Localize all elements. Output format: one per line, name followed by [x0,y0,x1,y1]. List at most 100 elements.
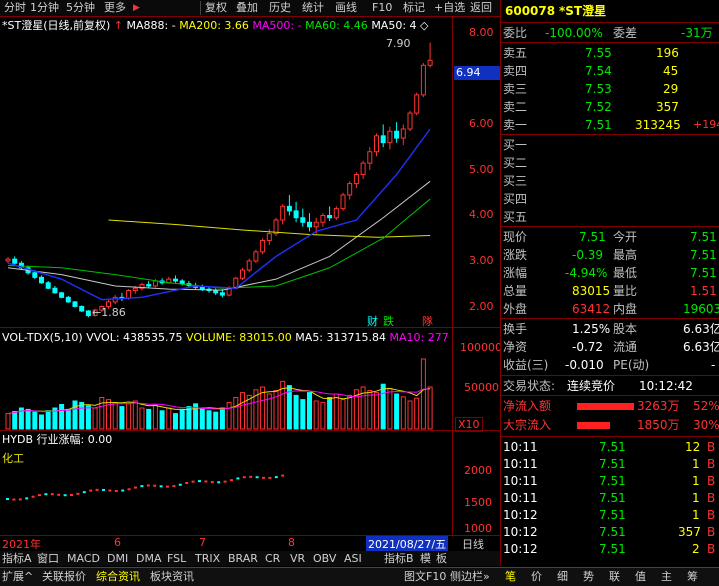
tab-fsl[interactable]: FSL [167,551,186,566]
tab-dma[interactable]: DMA [136,551,162,566]
panel-tab[interactable]: 势 [583,569,594,585]
ask-row[interactable]: 卖五 7.55 196 [501,44,719,62]
candle-body [286,205,292,212]
statistics-button[interactable]: 统计 [300,0,326,16]
ask-row[interactable]: 卖三 7.53 29 [501,80,719,98]
industry-point [134,486,137,489]
more-arrow-icon[interactable]: ▶ [131,0,142,16]
panel-tab[interactable]: 筹 [687,569,698,585]
candlestick-chart[interactable]: 7.90 ←1.86 财跌 隊 [0,16,452,327]
tab-indicator-a[interactable]: 指标A [2,551,32,566]
panel-tab[interactable]: 联 [609,569,620,585]
tab-trix[interactable]: TRIX [195,551,220,566]
tab-intraday[interactable]: 分时 [2,0,28,16]
tab-brar[interactable]: BRAR [228,551,258,566]
draw-line-button[interactable]: 画线 [333,0,359,16]
vvol-label: VVOL: 438535.75 [86,331,183,344]
industry-point [44,493,48,496]
flow-pct: 52% [693,399,719,413]
tab-cr[interactable]: CR [265,551,280,566]
stat-row: 涨跌 -0.39 最高 7.51 [501,246,719,264]
ask-volume: 357 [656,100,679,114]
panel-tab[interactable]: 主 [661,569,672,585]
sector-news-tab[interactable]: 板块资讯 [150,569,194,585]
volume-bar [307,392,312,430]
panel-tab[interactable]: 值 [635,569,646,585]
panel-tab[interactable]: 价 [531,569,542,585]
industry-point [18,498,22,501]
overlay-button[interactable]: 叠加 [234,0,260,16]
tab-window[interactable]: 窗口 [37,551,59,566]
y-tick: 4.00 [469,208,494,221]
fund-label: 股本 [613,322,638,336]
stat-label: 最高 [613,248,638,262]
tab-macd[interactable]: MACD [67,551,100,566]
f10-button[interactable]: F10 [370,0,394,16]
industry-point [204,480,208,483]
volume-bar [5,413,11,430]
tick-price: 7.51 [599,542,626,556]
industry-point [255,476,259,479]
volume-bar [387,387,393,430]
ask-label: 卖四 [503,64,528,78]
news-tab[interactable]: 综合资讯 [96,569,140,585]
industry-point [12,498,16,501]
mark-button[interactable]: 标记 [401,0,427,16]
volume-chart[interactable] [0,345,452,430]
tab-vr[interactable]: VR [290,551,305,566]
history-button[interactable]: 历史 [267,0,293,16]
volume-bar [126,403,132,430]
candle-body [173,278,178,282]
f10-graphic-button[interactable]: 图文F10 [404,569,446,585]
stock-header: 600078 *ST澄星 [501,2,719,20]
tab-dmi[interactable]: DMI [107,551,128,566]
industry-point [191,480,195,483]
tab-indicator-b[interactable]: 指标B [384,551,414,566]
fund-value: -0.72 [572,340,604,354]
flow-row: 净流入额 3263万 52% [501,397,719,415]
sidebar-toggle[interactable]: 侧边栏» [450,569,490,585]
industry-point [172,485,176,488]
related-quotes-tab[interactable]: 关联报价 [42,569,86,585]
candle-body [353,174,359,185]
tab-5min[interactable]: 5分钟 [64,0,97,16]
panel-tab[interactable]: 细 [557,569,568,585]
panel-tab[interactable]: 笔 [505,569,516,585]
candle-body [320,214,326,223]
tab-1min[interactable]: 1分钟 [28,0,61,16]
date-label: 6 [114,536,121,549]
ask-price: 7.51 [585,118,612,132]
industry-chart[interactable] [0,446,452,535]
bid-row[interactable]: 买五 [501,208,719,226]
bid-row[interactable]: 买二 [501,154,719,172]
industry-point [70,493,73,496]
price-axis: 8.00 6.00 5.00 4.00 3.00 2.00 6.94 [453,16,502,327]
tab-more[interactable]: 更多 [102,0,128,16]
volume-label: VOLUME: 83015.00 [186,331,292,344]
volume-bar [132,400,138,430]
volume-bar [65,408,71,430]
industry-point [76,492,80,495]
tab-template[interactable]: 模 [420,551,431,566]
ask-row[interactable]: 卖四 7.54 45 [501,62,719,80]
tab-asi[interactable]: ASI [344,551,362,566]
bid-row[interactable]: 买一 [501,136,719,154]
tab-board[interactable]: 板 [436,551,447,566]
candle-body [59,292,65,298]
period-label[interactable]: 日线 [462,536,484,552]
stat-row: 总量 83015 量比 1.51 [501,282,719,300]
add-favorite-button[interactable]: +自选 [432,0,467,16]
candle-body [152,280,158,287]
bid-row[interactable]: 买三 [501,172,719,190]
industry-point [198,480,201,483]
ask-row[interactable]: 卖一 7.51 313245 +194 [501,116,719,134]
ask-row[interactable]: 卖二 7.52 357 [501,98,719,116]
expand-button[interactable]: 扩展^ [2,569,33,585]
y-tick: 3.00 [469,254,494,267]
industry-point [140,485,144,488]
candle-body [340,194,346,210]
back-button[interactable]: 返回 [468,0,494,16]
bid-row[interactable]: 买四 [501,190,719,208]
restore-rights-button[interactable]: 复权 [203,0,229,16]
tab-obv[interactable]: OBV [313,551,336,566]
